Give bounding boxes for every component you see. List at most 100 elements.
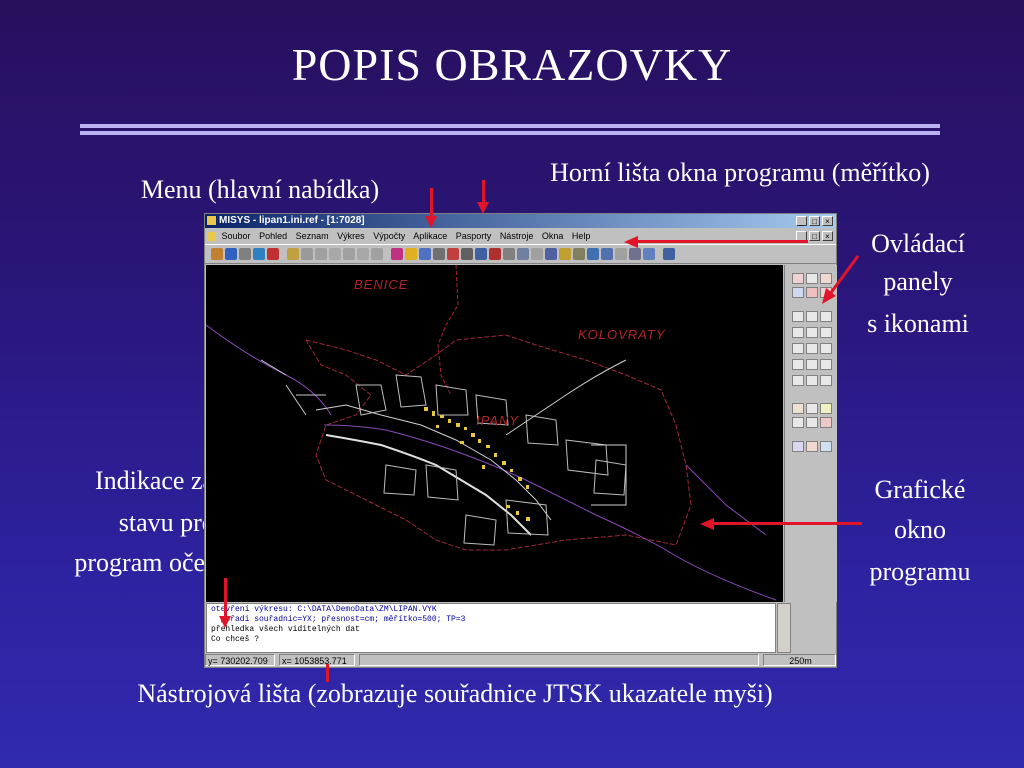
toolbar-line-icon[interactable] <box>301 248 313 260</box>
doc-close-button[interactable]: × <box>822 231 833 241</box>
label-toolbar: Nástrojová lišta (zobrazuje souřadnice J… <box>137 679 773 708</box>
panel-layer-10-icon[interactable] <box>792 359 804 370</box>
pen-icon[interactable] <box>792 441 804 452</box>
toolbar-export-icon[interactable] <box>643 248 655 260</box>
draw-icon[interactable] <box>806 441 818 452</box>
toolbar-zoom-out-icon[interactable] <box>253 248 265 260</box>
toolbar-bars-icon[interactable] <box>489 248 501 260</box>
toolbar-style-icon[interactable] <box>405 248 417 260</box>
boundary-line <box>437 265 459 396</box>
toolbar-copy-icon[interactable] <box>531 248 543 260</box>
toolbar-panel-icon[interactable] <box>601 248 613 260</box>
command-scrollbar[interactable] <box>777 603 791 653</box>
menu-okna[interactable]: Okna <box>542 231 564 241</box>
toolbar-globe-icon[interactable] <box>433 248 445 260</box>
panel-layer-9-icon[interactable] <box>820 343 832 354</box>
arrow-control-panels <box>822 255 860 304</box>
menu-aplikace[interactable]: Aplikace <box>413 231 447 241</box>
panel-layer-14-icon[interactable] <box>806 375 818 386</box>
status-y-coordinate: y= 730202.709 <box>205 654 275 666</box>
toolbar-frame-icon[interactable] <box>615 248 627 260</box>
arrow-status-head <box>219 616 231 628</box>
panel-layer-6-icon[interactable] <box>820 327 832 338</box>
toolbar-window-icon[interactable] <box>587 248 599 260</box>
toolbar-measure-icon[interactable] <box>371 248 383 260</box>
command-line-1: otevření výkresu: C:\DATA\DemoData\ZM\LI… <box>211 605 437 614</box>
panel-layer-2-icon[interactable] <box>806 311 818 322</box>
toolbar-open-icon[interactable] <box>287 248 299 260</box>
toolbar-redraw-icon[interactable] <box>267 248 279 260</box>
toolbar-grid-icon[interactable] <box>461 248 473 260</box>
panel-layer-8-icon[interactable] <box>806 343 818 354</box>
panel-layer-3-icon[interactable] <box>820 311 832 322</box>
menu-pohled[interactable]: Pohled <box>259 231 287 241</box>
title-underline-top <box>80 124 940 128</box>
app-titlebar: MISYS - lipan1.ini.ref - [1:7028] _ □ × <box>205 214 836 228</box>
map-canvas[interactable]: BENICE KOLOVRATY IPANY <box>206 265 783 602</box>
toolbar-page-icon[interactable] <box>517 248 529 260</box>
label-graphic-window-line3: programu <box>869 557 971 586</box>
panel-layer-11-icon[interactable] <box>806 359 818 370</box>
toolbar-help-icon[interactable] <box>663 248 675 260</box>
toolbar-edit-icon[interactable] <box>357 248 369 260</box>
point-add-icon[interactable] <box>820 403 832 414</box>
redo-icon[interactable] <box>792 287 804 298</box>
command-prompt: Co chceš ? <box>211 635 260 644</box>
panel-layer-1-icon[interactable] <box>792 311 804 322</box>
field-lines <box>260 359 326 416</box>
panel-layer-4-icon[interactable] <box>792 327 804 338</box>
toolbar-doc-icon[interactable] <box>503 248 515 260</box>
toolbar-chart-icon[interactable] <box>475 248 487 260</box>
split-icon[interactable] <box>792 417 804 428</box>
toolbar-layer-icon[interactable] <box>391 248 403 260</box>
connect-icon[interactable] <box>806 417 818 428</box>
menu-vypocty[interactable]: Výpočty <box>373 231 405 241</box>
lasso-icon[interactable] <box>820 417 832 428</box>
panel-layer-15-icon[interactable] <box>820 375 832 386</box>
arrow-menu-head <box>425 216 437 228</box>
map-label-ipany: IPANY <box>476 413 520 428</box>
app-toolbar <box>205 244 836 264</box>
road-north <box>505 359 627 436</box>
panel-layer-7-icon[interactable] <box>792 343 804 354</box>
label-graphic-window-line1: Grafické <box>874 475 966 504</box>
toolbar-hand-icon[interactable] <box>239 248 251 260</box>
toolbar-table-icon[interactable] <box>419 248 431 260</box>
close-button[interactable]: × <box>822 216 833 226</box>
toolbar-print-icon[interactable] <box>211 248 223 260</box>
toolbar-tools-icon[interactable] <box>447 248 459 260</box>
toolbar-view-icon[interactable] <box>629 248 641 260</box>
panel-layer-5-icon[interactable] <box>806 327 818 338</box>
arrow-toolbar-icons-shaft <box>638 240 808 243</box>
maximize-button[interactable]: □ <box>809 216 820 226</box>
undo-icon[interactable] <box>792 273 804 284</box>
menu-seznam[interactable]: Seznam <box>296 231 329 241</box>
label-menu: Menu (hlavní nabídka) <box>140 175 380 204</box>
toolbar-text-icon[interactable] <box>315 248 327 260</box>
node-icon[interactable] <box>792 403 804 414</box>
menu-help[interactable]: Help <box>572 231 591 241</box>
toolbar-pencil-icon[interactable] <box>559 248 571 260</box>
command-line-2: pořadí souřadnic=YX; přesnost=cm; měřítk… <box>211 615 466 624</box>
move-node-icon[interactable] <box>806 403 818 414</box>
toolbar-arrow-icon[interactable] <box>343 248 355 260</box>
toolbar-zoom-in-icon[interactable] <box>225 248 237 260</box>
menu-soubor[interactable]: Soubor <box>222 231 251 241</box>
panel-btn-2[interactable] <box>806 273 818 284</box>
rewind-icon[interactable] <box>792 375 804 386</box>
toolbar-point-icon[interactable] <box>329 248 341 260</box>
river-line <box>206 324 332 416</box>
menu-pasporty[interactable]: Pasporty <box>456 231 492 241</box>
app-window: MISYS - lipan1.ini.ref - [1:7028] _ □ × … <box>204 213 837 668</box>
doc-maximize-button[interactable]: □ <box>809 231 820 241</box>
command-output: otevření výkresu: C:\DATA\DemoData\ZM\LI… <box>206 603 776 653</box>
toolbar-list-icon[interactable] <box>545 248 557 260</box>
minimize-button[interactable]: _ <box>796 216 807 226</box>
preview-icon[interactable] <box>820 441 832 452</box>
menu-nastroje[interactable]: Nástroje <box>500 231 534 241</box>
menu-vykres[interactable]: Výkres <box>337 231 365 241</box>
toolbar-filter-icon[interactable] <box>573 248 585 260</box>
control-panels <box>784 265 837 602</box>
stop-icon[interactable] <box>806 287 818 298</box>
panel-layer-12-icon[interactable] <box>820 359 832 370</box>
